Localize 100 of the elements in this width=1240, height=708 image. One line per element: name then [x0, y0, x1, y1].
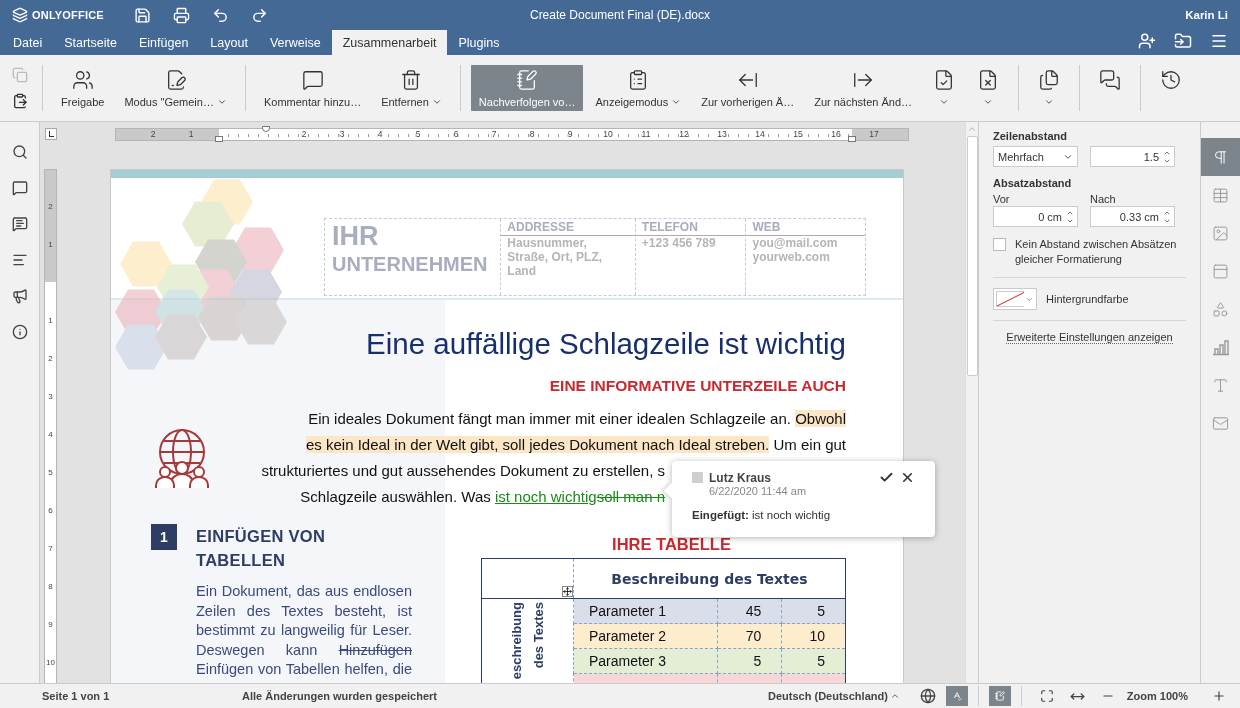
- number-field[interactable]: 1.5: [1090, 146, 1175, 167]
- side-header: eschreibung des Textes: [508, 602, 547, 680]
- logo-icon: [12, 7, 28, 23]
- paragraph-line: strukturiertes und gut aussehendes Dokument zu erstellen, s: [261, 461, 665, 481]
- navigation-button[interactable]: [11, 252, 28, 268]
- toolbar-button[interactable]: Nachverfolgen vo…: [470, 65, 584, 111]
- tab-stop-selector[interactable]: [45, 128, 57, 140]
- navigation-icon: [11, 252, 28, 268]
- menu-tab[interactable]: Zusammenarbeit: [331, 30, 448, 55]
- printer-icon: [173, 6, 190, 24]
- add-user-button[interactable]: [1138, 32, 1156, 50]
- ruler-number: 17: [869, 128, 879, 140]
- indent-marker[interactable]: [215, 135, 223, 142]
- ruler-number: 7: [491, 128, 497, 140]
- menu-button[interactable]: [1210, 32, 1228, 50]
- scroll-thumb[interactable]: [966, 136, 978, 376]
- track-changes-icon: [516, 69, 539, 91]
- zoom-in-button[interactable]: [1212, 689, 1226, 703]
- toolbar-button[interactable]: Zur vorherigen Ä…: [693, 65, 803, 111]
- spellcheck-button[interactable]: [945, 686, 968, 706]
- ruler-number: 10: [603, 128, 613, 140]
- toolbar-button[interactable]: Entfernen: [373, 65, 450, 111]
- comment-icon: [11, 180, 28, 196]
- menu-tab[interactable]: Einfügen: [128, 30, 200, 55]
- number-field[interactable]: 0 cm: [993, 206, 1078, 227]
- ruler-number: 10: [45, 657, 56, 667]
- globe-icon: [919, 688, 936, 704]
- ruler-number: 2: [301, 128, 307, 140]
- open-folder-button[interactable]: [1174, 32, 1192, 50]
- users-icon: [71, 69, 94, 91]
- table-cell: 5: [718, 648, 782, 674]
- chat-button[interactable]: [11, 216, 28, 232]
- accept-button[interactable]: [879, 470, 894, 485]
- close-icon: [900, 470, 915, 485]
- toolbar-button[interactable]: Zur nächsten Änd…: [806, 65, 920, 111]
- fit-page-icon: [1039, 689, 1054, 703]
- save-icon: [134, 6, 151, 24]
- comment-icon: [301, 69, 324, 91]
- info-icon: [11, 324, 28, 340]
- ruler-number: 3: [47, 391, 54, 401]
- field-label: Vor: [993, 193, 1011, 205]
- paste-button[interactable]: [12, 93, 28, 109]
- documents-icon: [1038, 69, 1060, 91]
- toolbar-button[interactable]: Kommentar hinzu…: [255, 65, 370, 111]
- number-field[interactable]: 0.33 cm: [1090, 206, 1175, 227]
- image-icon: [1212, 224, 1229, 242]
- save-status: Alle Änderungen wurden gespeichert: [242, 690, 437, 702]
- contact-text: you@mail.com: [751, 236, 839, 250]
- plus-icon: [1212, 689, 1226, 703]
- paragraph-line: Ein ideales Dokument fängt man immer mit einer idealen Schlagzeile an. Obwohl: [308, 409, 846, 429]
- folder-arrow-icon: [1174, 32, 1192, 50]
- indent-marker[interactable]: [848, 135, 856, 142]
- toolbar-button[interactable]: Modus "Gemein…: [116, 65, 235, 111]
- spellcheck-icon: [951, 689, 962, 703]
- speaker-icon: [11, 288, 28, 304]
- no-color-swatch: [996, 291, 1025, 307]
- chat-icon: [11, 216, 28, 232]
- document-check-icon: [933, 69, 955, 91]
- globe-button[interactable]: [919, 688, 936, 704]
- track-changes-button[interactable]: [988, 686, 1011, 706]
- avatar: [692, 472, 703, 483]
- fit-page-button[interactable]: [1039, 689, 1054, 703]
- color-picker[interactable]: [993, 288, 1037, 310]
- menu-tab[interactable]: Verweise: [258, 30, 332, 55]
- company-name: UNTERNEHMEN: [332, 252, 489, 277]
- contact-text: Hausnummer,: [506, 236, 588, 250]
- language-selector[interactable]: Deutsch (Deutschland): [762, 689, 906, 703]
- info-button[interactable]: [11, 324, 28, 340]
- contact-heading: WEB: [746, 219, 865, 236]
- contact-text: yourweb.com: [751, 250, 831, 264]
- comment-button[interactable]: [11, 180, 28, 196]
- menu-tab[interactable]: Layout: [199, 30, 259, 55]
- advanced-settings-link[interactable]: Erweiterte Einstellungen anzeigen: [1006, 331, 1173, 344]
- move-handle[interactable]: [562, 586, 573, 597]
- ruler-number: 6: [453, 128, 459, 140]
- undo-icon: [212, 6, 229, 24]
- menu-tab[interactable]: Plugins: [447, 30, 511, 55]
- document-x-icon: [977, 69, 999, 91]
- history-icon: [1160, 69, 1182, 91]
- search-icon: [11, 144, 28, 160]
- speaker-button[interactable]: [11, 288, 28, 304]
- headline: Eine auffällige Schlagzeile ist wichtig: [365, 326, 846, 362]
- dropdown[interactable]: Mehrfach: [993, 146, 1078, 167]
- menu-tab[interactable]: Datei: [2, 30, 54, 55]
- checkbox-label: Kein Abstand zwischen Absätzen gleicher Formatierung: [1015, 237, 1178, 267]
- ruler-number: 14: [755, 128, 765, 140]
- contact-heading: TELEFON: [635, 219, 746, 236]
- search-button[interactable]: [11, 144, 28, 160]
- toolbar-button[interactable]: Anzeigemodus: [587, 65, 690, 111]
- ruler-number: 12: [679, 128, 689, 140]
- menu-tab[interactable]: Startseite: [53, 30, 128, 55]
- toolbar-button[interactable]: Freigabe: [53, 65, 113, 111]
- checkbox[interactable]: [993, 238, 1006, 251]
- check-icon: [879, 470, 894, 485]
- close-button[interactable]: [900, 470, 915, 485]
- field-label: Nach: [1090, 193, 1117, 205]
- scrollbar[interactable]: [965, 122, 978, 683]
- indent-marker[interactable]: [262, 125, 270, 132]
- color-label: Hintergrundfarbe: [1046, 293, 1129, 305]
- ruler-number: 16: [831, 128, 841, 140]
